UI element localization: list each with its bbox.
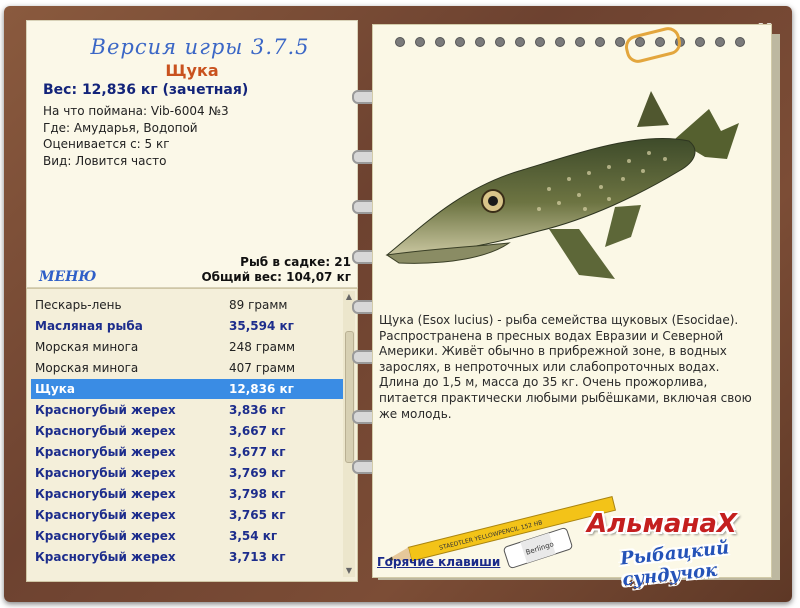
list-item-weight: 3,836 кг bbox=[229, 403, 286, 417]
cage-summary: Рыб в садке: 21 Общий вес: 104,07 кг bbox=[201, 255, 351, 285]
list-item[interactable]: Морская минога 407 грамм bbox=[31, 358, 347, 378]
page-hole-icon bbox=[515, 37, 525, 47]
rated-from: Оценивается с: 5 кг bbox=[43, 137, 170, 151]
list-item[interactable]: Масляная рыба 35,594 кг bbox=[31, 316, 347, 336]
list-item-name: Красногубый жерех bbox=[35, 466, 176, 480]
list-item[interactable]: Красногубый жерех 3,713 кг bbox=[31, 547, 347, 567]
scroll-thumb[interactable] bbox=[345, 331, 354, 463]
page-hole-icon bbox=[715, 37, 725, 47]
menu-link[interactable]: МЕНЮ bbox=[39, 269, 96, 285]
pike-fish-image bbox=[385, 91, 739, 279]
list-item[interactable]: Красногубый жерех 3,667 кг bbox=[31, 421, 347, 441]
list-item-weight: 12,836 кг bbox=[229, 382, 294, 396]
list-item-name: Красногубый жерех bbox=[35, 403, 176, 417]
list-item[interactable]: Красногубый жерех 3,765 кг bbox=[31, 505, 347, 525]
list-item-name: Красногубый жерех bbox=[35, 424, 176, 438]
page-hole-icon bbox=[575, 37, 585, 47]
caught-where: Где: Амударья, Водопой bbox=[43, 120, 198, 135]
caught-with: На что поймана: Vib-6004 №3 bbox=[43, 104, 229, 118]
page-hole-icon bbox=[695, 37, 705, 47]
page-hole-icon bbox=[455, 37, 465, 47]
list-item-weight: 89 грамм bbox=[229, 298, 288, 312]
list-item-name: Красногубый жерех bbox=[35, 445, 176, 459]
page-hole-icon bbox=[595, 37, 605, 47]
scroll-down-arrow-icon[interactable]: ▼ bbox=[343, 565, 355, 577]
list-item[interactable]: Красногубый жерех 3,54 кг bbox=[31, 526, 347, 546]
list-item[interactable]: Морская минога 248 грамм bbox=[31, 337, 347, 357]
list-item-name: Щука bbox=[35, 382, 75, 396]
page-hole-icon bbox=[475, 37, 485, 47]
list-item-name: Красногубый жерех bbox=[35, 550, 176, 564]
catch-info-panel: Версия игры 3.7.5 Щука Вес: 12,836 кг (з… bbox=[26, 20, 358, 288]
eraser-icon: Berlingo bbox=[503, 527, 573, 569]
almanac-logo: АльманаХ Рыбацкий сундучок bbox=[587, 509, 767, 591]
paperclip-icon bbox=[622, 24, 684, 66]
list-item-weight: 3,667 кг bbox=[229, 424, 286, 438]
list-item[interactable]: Красногубый жерех 3,798 кг bbox=[31, 484, 347, 504]
list-item-weight: 3,54 кг bbox=[229, 529, 278, 543]
list-item-weight: 3,765 кг bbox=[229, 508, 286, 522]
list-item[interactable]: Красногубый жерех 3,769 кг bbox=[31, 463, 347, 483]
fish-name-title: Щука bbox=[165, 61, 219, 80]
page-hole-icon bbox=[435, 37, 445, 47]
list-item-name: Масляная рыба bbox=[35, 319, 143, 333]
fish-description: Щука (Esox lucius) - рыба семейства щуко… bbox=[379, 313, 752, 421]
list-item-name: Красногубый жерех bbox=[35, 487, 176, 501]
hotkeys-link[interactable]: Горячие клавиши bbox=[377, 555, 500, 569]
cage-total-weight: Общий вес: 104,07 кг bbox=[201, 270, 351, 284]
catch-details: На что поймана: Vib-6004 №3 Где: Амударь… bbox=[43, 103, 229, 169]
page-hole-icon bbox=[535, 37, 545, 47]
list-item-weight: 407 грамм bbox=[229, 361, 296, 375]
list-item-name: Морская минога bbox=[35, 361, 139, 375]
page-hole-icon bbox=[415, 37, 425, 47]
list-item-name: Красногубый жерех bbox=[35, 508, 176, 522]
list-item-weight: 3,798 кг bbox=[229, 487, 286, 501]
list-item-weight: 3,713 кг bbox=[229, 550, 286, 564]
list-item-name: Морская минога bbox=[35, 340, 139, 354]
cage-count: Рыб в садке: 21 bbox=[240, 255, 351, 269]
page-hole-icon bbox=[395, 37, 405, 47]
list-item[interactable]: Красногубый жерех 3,677 кг bbox=[31, 442, 347, 462]
page-hole-icon bbox=[555, 37, 565, 47]
page-hole-icon bbox=[615, 37, 625, 47]
list-item[interactable]: Пескарь-лень 89 грамм bbox=[31, 295, 347, 315]
list-item[interactable]: Щука 12,836 кг bbox=[31, 379, 347, 399]
list-item-weight: 3,769 кг bbox=[229, 466, 286, 480]
list-item-name: Красногубый жерех bbox=[35, 529, 176, 543]
list-scrollbar[interactable]: ▲ ▼ bbox=[343, 291, 355, 577]
page-hole-icon bbox=[735, 37, 745, 47]
list-item-weight: 3,677 кг bbox=[229, 445, 286, 459]
logo-title: АльманаХ bbox=[587, 509, 737, 539]
list-item-weight: 35,594 кг bbox=[229, 319, 294, 333]
list-item-name: Пескарь-лень bbox=[35, 298, 122, 312]
frequency: Вид: Ловится часто bbox=[43, 153, 167, 168]
catch-list[interactable]: Пескарь-лень 89 грамм Масляная рыба 35,594 … bbox=[26, 288, 358, 582]
fish-weight: Вес: 12,836 кг (зачетная) bbox=[43, 82, 249, 98]
list-item[interactable]: Красногубый жерех 3,836 кг bbox=[31, 400, 347, 420]
list-item-weight: 248 грамм bbox=[229, 340, 296, 354]
page-hole-icon bbox=[495, 37, 505, 47]
fish-description-page: Щука (Esox lucius) - рыба семейства щуко… bbox=[372, 24, 772, 591]
game-version: Версия игры 3.7.5 bbox=[90, 35, 310, 59]
